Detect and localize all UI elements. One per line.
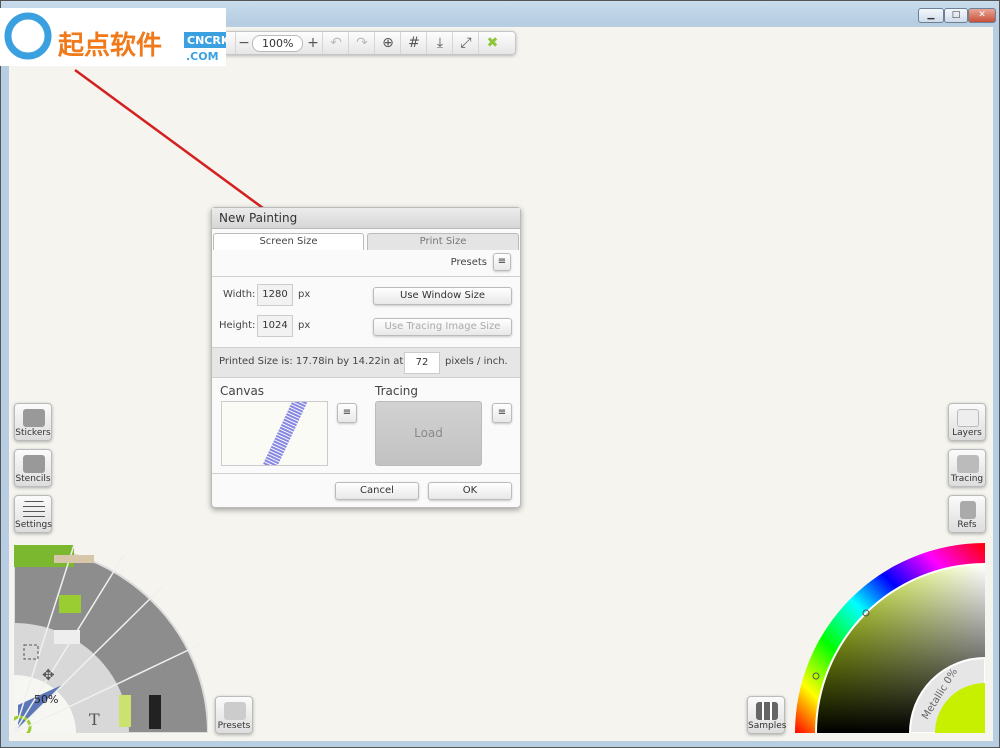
- samples-label: Samples: [748, 721, 787, 731]
- stencils-icon: [23, 455, 45, 473]
- tracing-side-label: Tracing: [950, 474, 984, 484]
- width-label: Width:: [223, 289, 256, 300]
- sticker-tool-icon[interactable]: [119, 695, 131, 727]
- width-unit: px: [298, 289, 311, 300]
- presets-button[interactable]: Presets: [215, 696, 253, 734]
- samples-button[interactable]: Samples: [747, 696, 787, 734]
- paint-tube-icon[interactable]: [54, 630, 80, 644]
- layers-label: Layers: [952, 428, 982, 438]
- tracing-menu-button[interactable]: ≡: [492, 403, 512, 423]
- use-tracing-image-size-button[interactable]: Use Tracing Image Size: [373, 318, 512, 336]
- tracing-button[interactable]: Tracing: [948, 449, 986, 487]
- new-painting-dialog: New Painting Screen Size Print Size Pres…: [211, 207, 521, 508]
- refs-button[interactable]: Refs: [948, 495, 986, 533]
- height-label: Height:: [219, 320, 256, 331]
- height-input[interactable]: 1024: [257, 315, 293, 337]
- dpi-unit: pixels / inch.: [445, 356, 508, 367]
- presets-icon: [224, 702, 246, 720]
- tool-wheel[interactable]: ✥ T 50%: [14, 545, 208, 733]
- stickers-label: Stickers: [15, 428, 51, 438]
- presets-label: Presets: [217, 721, 251, 731]
- canvas-label: Canvas: [220, 384, 265, 398]
- ok-button[interactable]: OK: [428, 482, 512, 500]
- layers-button[interactable]: Layers: [948, 403, 986, 441]
- cancel-button[interactable]: Cancel: [335, 482, 419, 500]
- use-window-size-button[interactable]: Use Window Size: [373, 287, 512, 305]
- width-input[interactable]: 1280: [257, 284, 293, 306]
- divider: [212, 473, 520, 474]
- printed-size-row: Printed Size is: 17.78in by 14.22in at: …: [212, 347, 520, 378]
- stickers-icon: [23, 409, 45, 427]
- stencils-button[interactable]: Stencils: [14, 449, 52, 487]
- color-picker[interactable]: Metallic 0%: [795, 543, 985, 733]
- stickers-button[interactable]: Stickers: [14, 403, 52, 441]
- settings-sliders-icon: [23, 501, 45, 519]
- settings-button[interactable]: Settings: [14, 495, 52, 533]
- presets-menu-button[interactable]: ≡: [493, 253, 511, 271]
- marker-icon[interactable]: [149, 695, 161, 729]
- tracing-load-button[interactable]: Load: [375, 401, 482, 466]
- canvas-menu-button[interactable]: ≡: [337, 403, 357, 423]
- refs-pin-icon: [960, 501, 976, 519]
- divider: [212, 276, 520, 277]
- refs-label: Refs: [957, 520, 977, 530]
- text-tool-icon[interactable]: T: [89, 710, 100, 729]
- canvas-texture-preview: [262, 402, 308, 465]
- tracing-label: Tracing: [375, 384, 419, 398]
- height-unit: px: [298, 320, 311, 331]
- dialog-title: New Painting: [212, 208, 520, 229]
- samples-icon: [756, 702, 778, 720]
- printed-size-text: Printed Size is: 17.78in by 14.22in at:: [219, 356, 407, 367]
- tab-screen-size[interactable]: Screen Size: [213, 233, 364, 250]
- pencil-icon[interactable]: [59, 595, 81, 613]
- tab-print-size[interactable]: Print Size: [367, 233, 519, 250]
- tracing-icon: [957, 455, 979, 473]
- layers-icon: [957, 409, 979, 427]
- canvas-preview[interactable]: [221, 401, 328, 466]
- dpi-input[interactable]: 72: [404, 352, 440, 374]
- presets-label: Presets: [450, 257, 487, 268]
- brush-icon[interactable]: [54, 555, 94, 563]
- tool-size-value: 50%: [34, 693, 58, 706]
- settings-label: Settings: [15, 520, 52, 530]
- stencils-label: Stencils: [15, 474, 51, 484]
- transform-tool-icon[interactable]: ✥: [42, 666, 55, 684]
